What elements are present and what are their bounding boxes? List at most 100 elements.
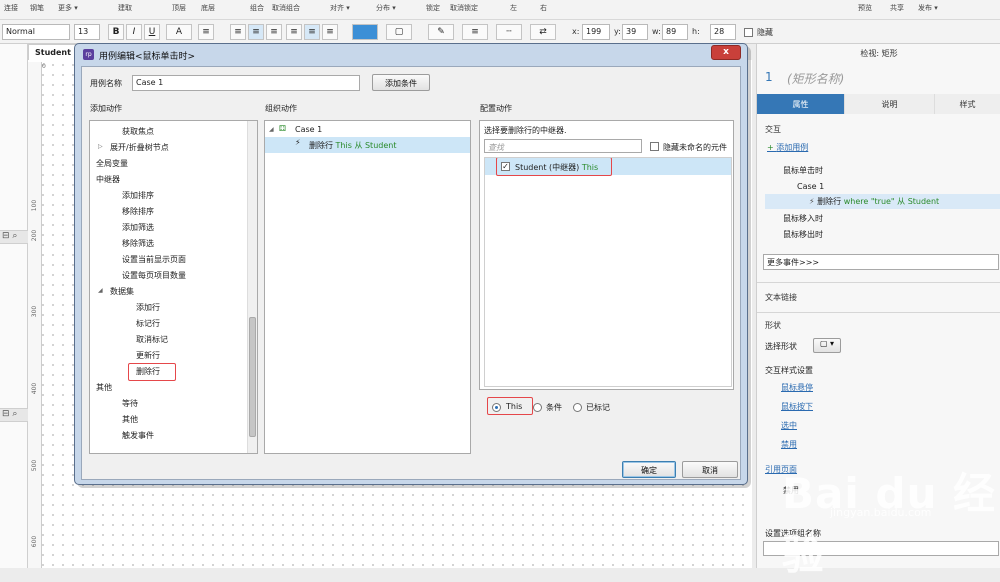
action-tree-item[interactable]: 添加行: [136, 302, 160, 313]
action-tree-scrollbar[interactable]: [247, 121, 257, 453]
toolbar-send-back[interactable]: 底层: [201, 3, 215, 13]
action-tree-item[interactable]: 移除排序: [122, 206, 154, 217]
event-case-1[interactable]: Case 1: [797, 182, 824, 191]
toolbar-right[interactable]: 右: [540, 3, 547, 13]
tree-expander-icon[interactable]: ◢: [98, 287, 103, 294]
toolbar-share[interactable]: 共享: [890, 3, 904, 13]
underline-button[interactable]: U: [144, 24, 160, 40]
line-style-icon[interactable]: ┄: [496, 24, 522, 40]
left-pane-search-icon[interactable]: ⊟ ⌕: [0, 230, 28, 244]
more-events-select[interactable]: 更多事件>>>: [763, 254, 999, 270]
action-tree-item[interactable]: 标记行: [136, 318, 160, 329]
action-tree-item[interactable]: 中继器: [96, 174, 120, 185]
y-input[interactable]: 39: [622, 24, 648, 40]
toolbar-group[interactable]: 组合: [250, 3, 264, 13]
toolbar-left[interactable]: 左: [510, 3, 517, 13]
radio-marked-label[interactable]: 已标记: [586, 402, 610, 413]
toolbar-preview[interactable]: 预览: [858, 3, 872, 13]
style-selected-link[interactable]: 选中: [781, 420, 797, 431]
radio-condition[interactable]: [533, 403, 542, 412]
bold-button[interactable]: B: [108, 24, 124, 40]
interaction-section[interactable]: 交互: [765, 124, 781, 135]
tree-expander-icon[interactable]: ▷: [98, 143, 103, 150]
cancel-button[interactable]: 取消: [682, 461, 738, 478]
bullet-list-icon[interactable]: ≡: [198, 24, 214, 40]
shape-picker-button[interactable]: ▢ ▾: [813, 338, 841, 353]
toolbar-ungroup[interactable]: 取消组合: [272, 3, 300, 13]
shadow-button[interactable]: ▢: [386, 24, 412, 40]
radio-condition-label[interactable]: 条件: [546, 402, 562, 413]
text-color-button[interactable]: A: [166, 24, 192, 40]
fill-color-button[interactable]: [352, 24, 378, 40]
toolbar-select[interactable]: 建取: [118, 3, 132, 13]
valign-top-icon[interactable]: ≡: [286, 24, 302, 40]
action-tree-item[interactable]: 设置当前显示页面: [122, 254, 186, 265]
repeater-list[interactable]: ✓ Student (中继器) This: [484, 157, 732, 387]
action-tree-item[interactable]: 展开/折叠树节点: [110, 142, 169, 153]
font-size-select[interactable]: 13: [74, 24, 100, 40]
dialog-titlebar[interactable]: rp 用例编辑<鼠标单击时> x: [75, 44, 747, 65]
shape-name-field[interactable]: (矩形名称): [787, 70, 844, 87]
tab-style[interactable]: 样式: [935, 94, 1000, 114]
style-select[interactable]: Normal: [2, 24, 70, 40]
action-tree-item[interactable]: 获取焦点: [122, 126, 154, 137]
action-tree-item[interactable]: 更新行: [136, 350, 160, 361]
radio-marked[interactable]: [573, 403, 582, 412]
organized-delete-row-action[interactable]: 删除行 This 从 Student: [309, 140, 396, 151]
action-tree-item[interactable]: 添加排序: [122, 190, 154, 201]
style-mousedown-link[interactable]: 鼠标按下: [781, 401, 813, 412]
toolbar-publish[interactable]: 发布 ▾: [918, 3, 938, 13]
shape-section[interactable]: 形状: [765, 320, 781, 331]
case-1-node[interactable]: Case 1: [295, 125, 322, 134]
arrow-style-icon[interactable]: ⇄: [530, 24, 556, 40]
align-left-icon[interactable]: ≡: [230, 24, 246, 40]
toolbar-align[interactable]: 对齐 ▾: [330, 3, 350, 13]
action-tree-item[interactable]: 其他: [96, 382, 112, 393]
align-center-icon[interactable]: ≡: [248, 24, 264, 40]
search-input[interactable]: 查找: [484, 139, 642, 153]
add-case-link[interactable]: + 添加用例: [767, 142, 808, 153]
toolbar-unlock[interactable]: 取消锁定: [450, 3, 478, 13]
valign-middle-icon[interactable]: ≡: [304, 24, 320, 40]
style-hover-link[interactable]: 鼠标悬停: [781, 382, 813, 393]
close-button[interactable]: x: [711, 45, 741, 60]
toolbar-pen[interactable]: 钢笔: [30, 3, 44, 13]
action-tree-item[interactable]: 全局变量: [96, 158, 128, 169]
event-mouse-enter[interactable]: 鼠标移入时: [783, 213, 823, 224]
action-tree-item[interactable]: 添加筛选: [122, 222, 154, 233]
organize-actions-pane[interactable]: ◢ ⚃ Case 1 ⚡ 删除行 This 从 Student: [264, 120, 471, 454]
toolbar-lock[interactable]: 锁定: [426, 3, 440, 13]
action-tree[interactable]: 获取焦点▷展开/折叠树节点▷全局变量◢中继器添加排序移除排序添加筛选移除筛选设置…: [89, 120, 258, 454]
hidden-checkbox[interactable]: [744, 28, 753, 37]
line-color-icon[interactable]: ✎: [428, 24, 454, 40]
tab-properties[interactable]: 属性: [757, 94, 845, 114]
tab-notes[interactable]: 说明: [845, 94, 935, 114]
action-tree-item[interactable]: 取消标记: [136, 334, 168, 345]
toolbar-more[interactable]: 更多 ▾: [58, 3, 78, 13]
style-disabled-link[interactable]: 禁用: [781, 439, 797, 450]
action-tree-item[interactable]: 其他: [122, 414, 138, 425]
valign-bottom-icon[interactable]: ≡: [322, 24, 338, 40]
action-tree-item[interactable]: 触发事件: [122, 430, 154, 441]
italic-button[interactable]: I: [126, 24, 142, 40]
line-width-icon[interactable]: ≡: [462, 24, 488, 40]
left-pane-search-icon-2[interactable]: ⊟ ⌕: [0, 408, 28, 422]
toolbar-distribute[interactable]: 分布 ▾: [376, 3, 396, 13]
action-tree-item[interactable]: 移除筛选: [122, 238, 154, 249]
scroll-thumb[interactable]: [249, 317, 256, 437]
event-action-delete-row[interactable]: ⚡ 删除行 where "true" 从 Student: [809, 196, 939, 207]
x-input[interactable]: 199: [582, 24, 610, 40]
action-tree-item[interactable]: 数据集: [110, 286, 134, 297]
toolbar-connect[interactable]: 连接: [4, 3, 18, 13]
w-input[interactable]: 89: [662, 24, 688, 40]
h-input[interactable]: 28: [710, 24, 736, 40]
case-name-input[interactable]: Case 1: [132, 75, 360, 91]
action-tree-item[interactable]: 等待: [122, 398, 138, 409]
action-tree-item[interactable]: 设置每页项目数量: [122, 270, 186, 281]
event-onclick[interactable]: 鼠标单击时: [783, 165, 823, 176]
ok-button[interactable]: 确定: [622, 461, 676, 478]
add-condition-button[interactable]: 添加条件: [372, 74, 430, 91]
align-right-icon[interactable]: ≡: [266, 24, 282, 40]
toolbar-bring-front[interactable]: 顶层: [172, 3, 186, 13]
hide-unnamed-checkbox[interactable]: [650, 142, 659, 151]
